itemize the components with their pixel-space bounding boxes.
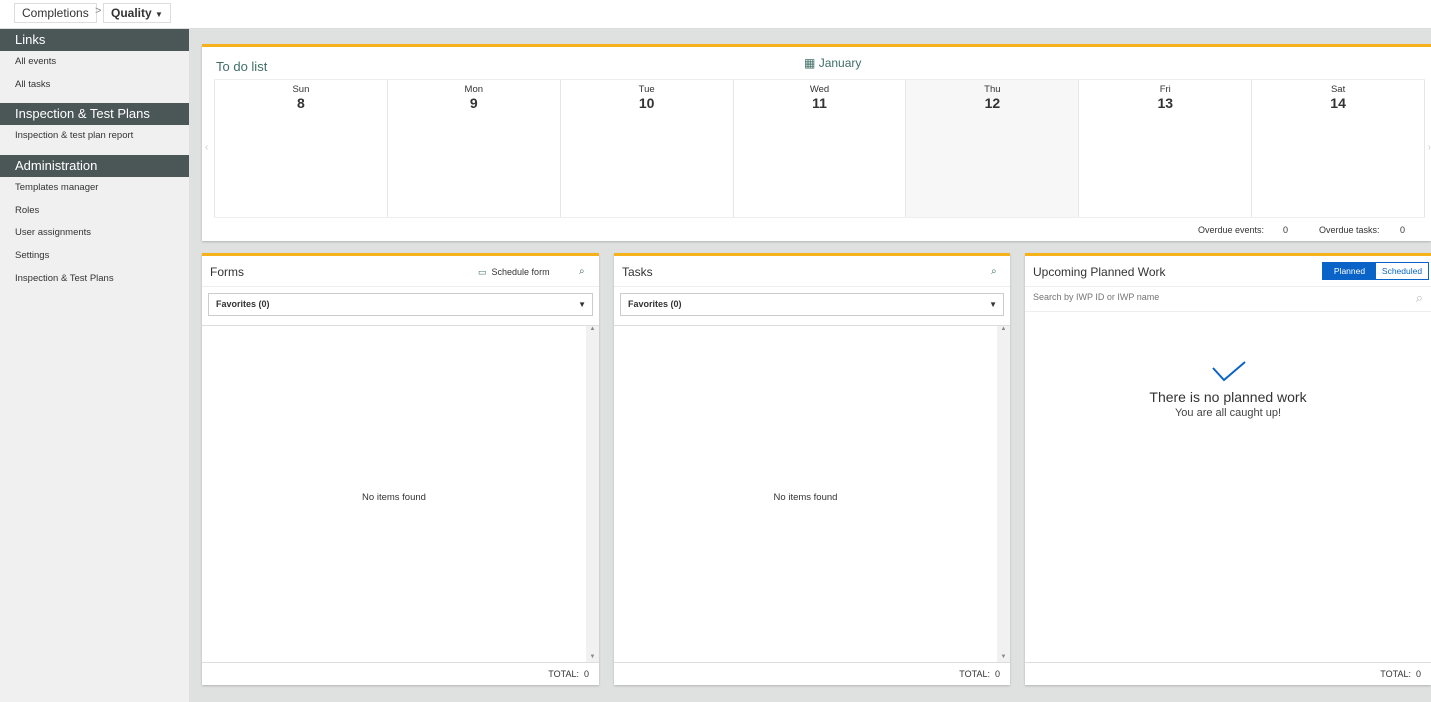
- caret-down-icon: ▼: [578, 300, 586, 309]
- breadcrumb-separator: >: [95, 5, 102, 17]
- empty-subtitle: You are all caught up!: [1174, 407, 1281, 419]
- sidebar-item-itp-admin[interactable]: Inspection & Test Plans: [0, 268, 189, 291]
- forms-total: TOTAL: 0: [548, 669, 589, 679]
- day-cell[interactable]: Sun 8: [214, 80, 387, 217]
- day-cell[interactable]: Sat 14: [1251, 80, 1426, 217]
- iwp-search-input[interactable]: [1033, 292, 1393, 302]
- day-cell[interactable]: Fri 13: [1078, 80, 1251, 217]
- day-number: 11: [812, 95, 827, 111]
- day-name: Wed: [809, 84, 830, 95]
- tab-planned[interactable]: Planned: [1323, 263, 1376, 279]
- upcoming-work-panel: Upcoming Planned Work Planned Scheduled …: [1025, 253, 1431, 685]
- schedule-form-label: Schedule form: [491, 267, 550, 277]
- forms-title: Forms: [210, 265, 244, 279]
- sidebar-section-itp: Inspection & Test Plans: [0, 103, 189, 126]
- day-cell[interactable]: Tue 10: [559, 80, 733, 217]
- search-icon[interactable]: ⌕: [579, 266, 585, 277]
- caret-down-icon: ▼: [989, 300, 997, 309]
- forms-panel: Forms ▭ Schedule form ⌕ Favorites (0) ▼ N…: [202, 253, 599, 685]
- todo-title: To do list: [216, 59, 268, 74]
- breadcrumb-current: Quality: [111, 6, 152, 20]
- day-number: 9: [469, 95, 478, 111]
- tasks-filter-value: Favorites (0): [628, 299, 682, 309]
- sidebar-item-settings[interactable]: Settings: [0, 245, 189, 268]
- calendar-icon: ▭: [478, 267, 487, 277]
- day-name: Sat: [1330, 84, 1346, 95]
- overdue-events-count: 0: [1283, 225, 1289, 235]
- calendar-icon: ▦: [804, 56, 816, 70]
- overdue-events-label: Overdue events:: [1198, 225, 1265, 235]
- todo-calendar-panel: To do list ▦ January ‹ › Sun 8 Mon 9 Tue 10…: [202, 44, 1431, 241]
- top-bar: Completions > Quality ▼: [0, 0, 1431, 29]
- overdue-tasks-count: 0: [1400, 225, 1406, 235]
- sidebar-item-itp-report[interactable]: Inspection & test plan report: [0, 125, 189, 148]
- tasks-total: TOTAL: 0: [959, 669, 1000, 679]
- tab-scheduled[interactable]: Scheduled: [1376, 263, 1428, 279]
- day-cell[interactable]: Mon 9: [386, 80, 560, 217]
- caret-down-icon: ▼: [155, 10, 163, 19]
- search-icon[interactable]: ⌕: [991, 266, 997, 277]
- sidebar-item-roles[interactable]: Roles: [0, 200, 189, 223]
- checkmark-icon: [1212, 361, 1246, 382]
- tasks-list: No items found ▲ ▼: [614, 325, 1010, 662]
- next-week-icon[interactable]: ›: [1428, 142, 1431, 153]
- sidebar-section-links: Links: [0, 29, 189, 51]
- prev-week-icon[interactable]: ‹: [205, 142, 208, 153]
- sidebar: Links All events All tasks Inspection & …: [0, 29, 189, 702]
- month-selector[interactable]: ▦ January: [804, 56, 861, 70]
- forms-filter-value: Favorites (0): [216, 299, 270, 309]
- schedule-form-button[interactable]: ▭ Schedule form: [478, 267, 550, 278]
- tasks-title: Tasks: [622, 265, 653, 279]
- forms-list: No items found ▲ ▼: [202, 325, 599, 662]
- day-number: 10: [638, 95, 655, 111]
- search-icon[interactable]: ⌕: [1416, 290, 1423, 306]
- upcoming-total: TOTAL: 0: [1380, 669, 1421, 679]
- tasks-panel: Tasks ⌕ Favorites (0) ▼ No items found ▲ ▼…: [614, 253, 1010, 685]
- day-cell-today[interactable]: Thu 12: [905, 80, 1079, 217]
- day-number: 12: [984, 95, 1001, 111]
- upcoming-title: Upcoming Planned Work: [1033, 265, 1166, 279]
- breadcrumb-quality-dropdown[interactable]: Quality ▼: [103, 3, 171, 23]
- day-number: 14: [1330, 95, 1346, 111]
- sidebar-item-templates-manager[interactable]: Templates manager: [0, 177, 189, 200]
- day-cell[interactable]: Wed 11: [732, 80, 906, 217]
- day-name: Thu: [984, 84, 1001, 95]
- day-name: Tue: [638, 84, 655, 95]
- breadcrumb-completions[interactable]: Completions: [14, 3, 97, 23]
- week-days: Sun 8 Mon 9 Tue 10 Wed 11 Thu 12 Fri 13 Sat 14: [214, 79, 1426, 218]
- day-number: 13: [1157, 95, 1174, 111]
- planned-scheduled-toggle: Planned Scheduled: [1322, 262, 1429, 280]
- forms-filter-select[interactable]: Favorites (0) ▼: [208, 293, 593, 316]
- tasks-scrollbar[interactable]: ▲ ▼: [997, 326, 1010, 662]
- overdue-tasks-label: Overdue tasks:: [1319, 225, 1380, 235]
- sidebar-item-user-assignments[interactable]: User assignments: [0, 222, 189, 245]
- month-label: January: [818, 56, 862, 70]
- forms-empty-message: No items found: [362, 492, 426, 503]
- sidebar-item-all-events[interactable]: All events: [0, 51, 189, 74]
- tasks-filter-select[interactable]: Favorites (0) ▼: [620, 293, 1004, 316]
- day-number: 8: [297, 95, 305, 111]
- sidebar-item-all-tasks[interactable]: All tasks: [0, 74, 189, 97]
- day-name: Sun: [292, 84, 310, 95]
- tasks-empty-message: No items found: [773, 492, 838, 503]
- day-name: Fri: [1159, 84, 1171, 95]
- forms-scrollbar[interactable]: ▲ ▼: [586, 326, 599, 662]
- sidebar-section-administration: Administration: [0, 155, 189, 178]
- day-name: Mon: [464, 84, 484, 95]
- empty-title: There is no planned work: [1149, 389, 1307, 405]
